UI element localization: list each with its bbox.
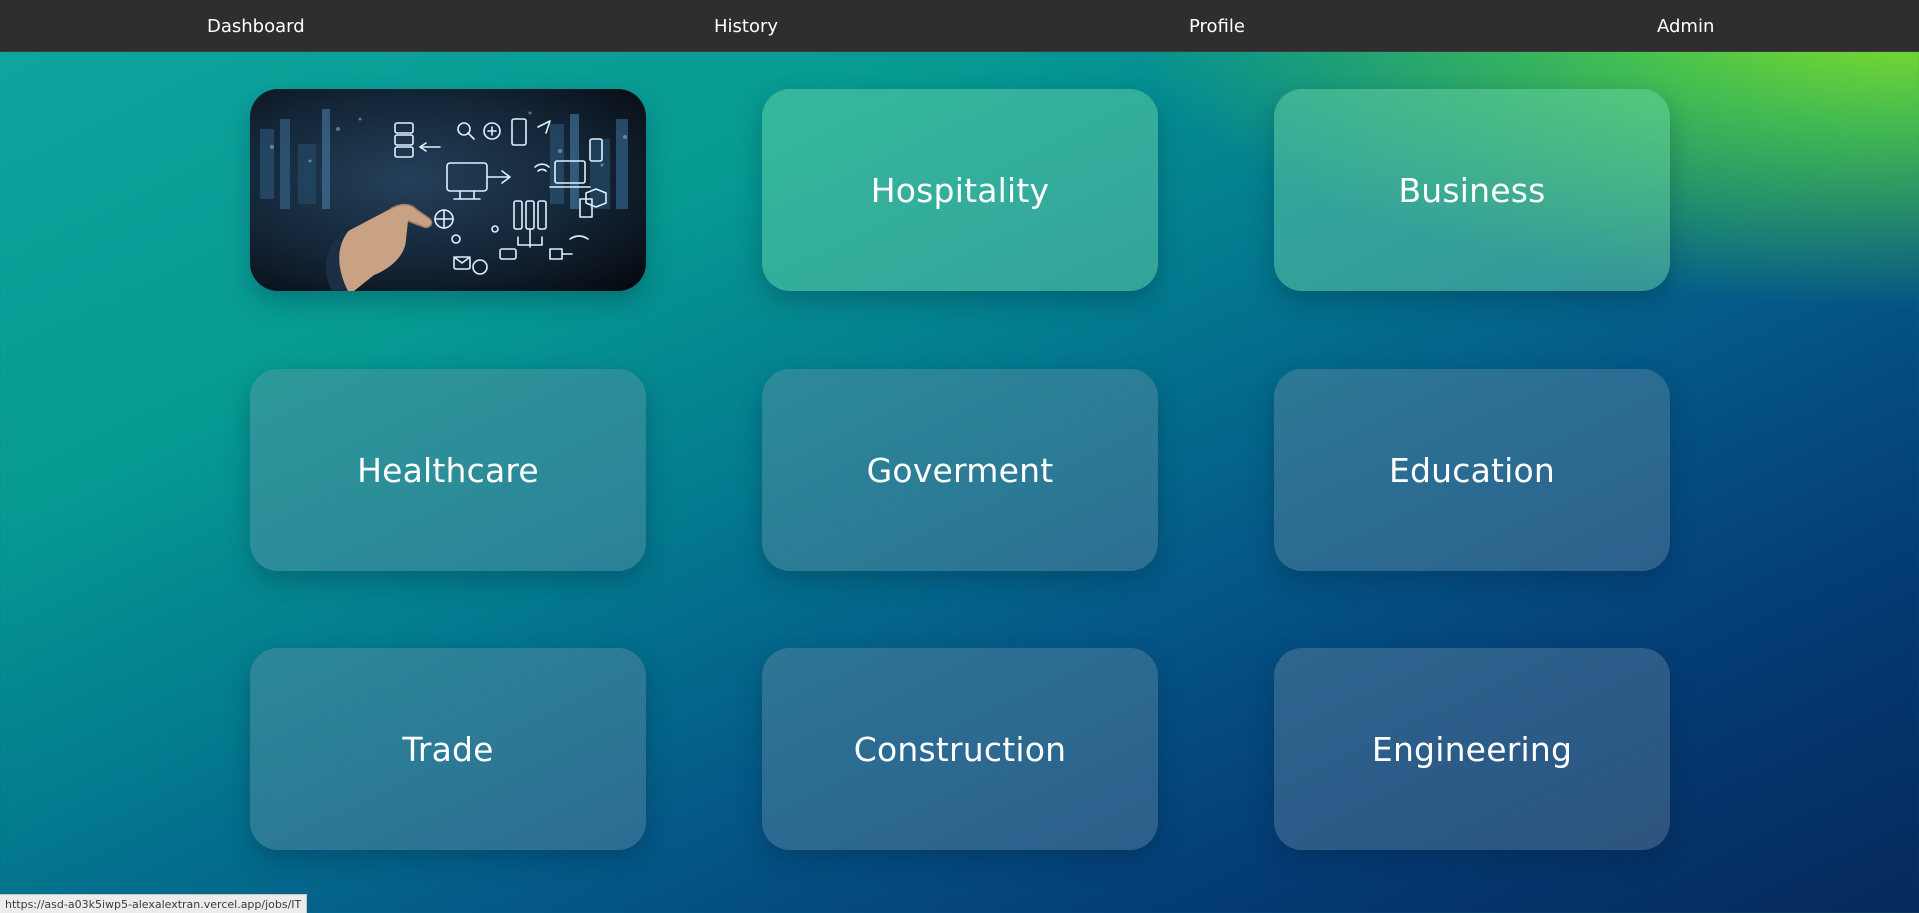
category-label: Education [1388,450,1556,490]
it-technology-image [260,109,628,291]
nav-dashboard-link[interactable]: Dashboard [207,0,305,51]
category-label: Goverment [866,450,1054,490]
category-label: Business [1398,170,1546,210]
nav-admin-link[interactable]: Admin [1657,0,1714,51]
category-card-engineering[interactable]: Engineering [1274,648,1670,850]
top-navbar: Dashboard History Profile Admin [0,0,1919,52]
category-card-education[interactable]: Education [1274,369,1670,571]
category-label: Healthcare [357,450,539,490]
category-label: Trade [402,729,494,769]
category-card-it[interactable] [250,89,646,291]
category-label: Hospitality [870,170,1050,210]
status-bar-url: https://asd-a03k5iwp5-alexalextran.verce… [0,894,308,913]
category-card-hospitality[interactable]: Hospitality [762,89,1158,291]
category-label: Engineering [1371,729,1573,769]
category-card-healthcare[interactable]: Healthcare [250,369,646,571]
category-label: Construction [853,729,1067,769]
category-card-goverment[interactable]: Goverment [762,369,1158,571]
nav-history-link[interactable]: History [714,0,778,51]
category-card-trade[interactable]: Trade [250,648,646,850]
category-card-construction[interactable]: Construction [762,648,1158,850]
nav-profile-link[interactable]: Profile [1189,0,1245,51]
category-card-business[interactable]: Business [1274,89,1670,291]
